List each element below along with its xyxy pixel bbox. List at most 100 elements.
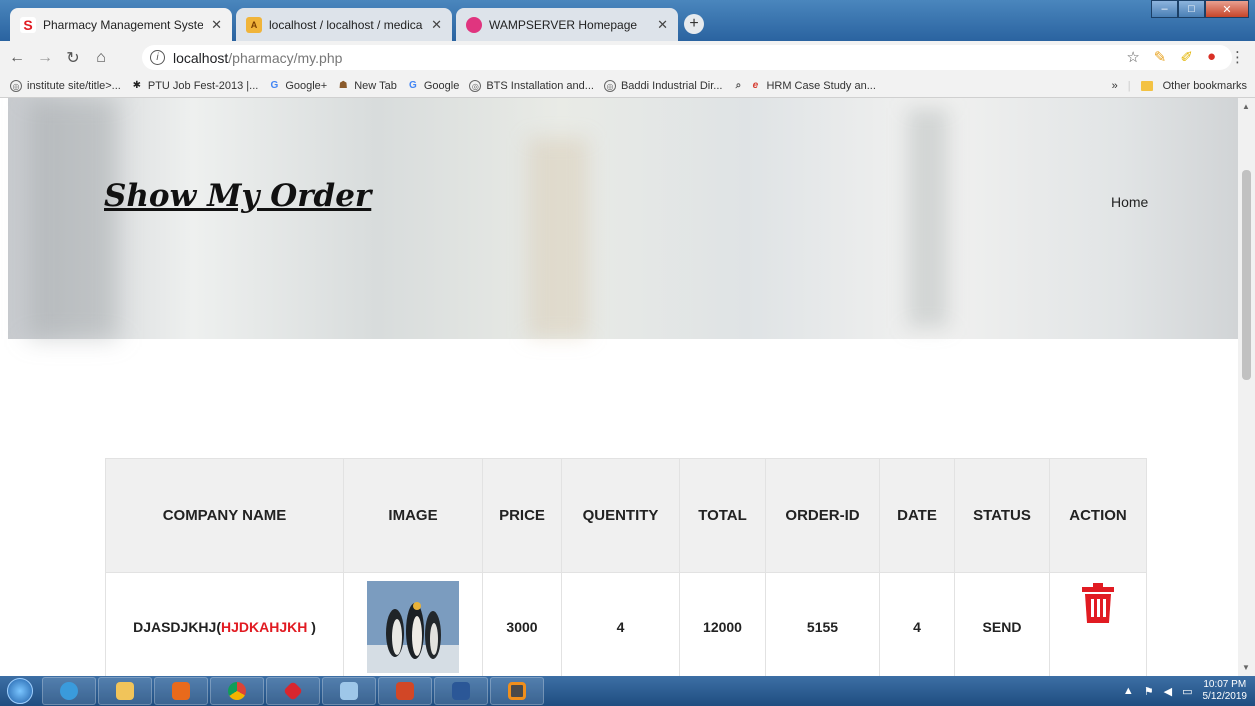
column-header: QUENTITY [561,458,680,573]
tab-title: localhost / localhost / medical / | [269,17,424,32]
tab-title: Pharmacy Management System [43,17,204,32]
bookmark-label: PTU Job Fest-2013 |... [147,79,259,92]
date-cell: 4 [879,572,955,676]
network-icon[interactable]: ▭ [1182,685,1192,698]
system-tray: ▲ ⚑ ◀ ▭ 10:07 PM 5/12/2019 [1123,676,1255,706]
company-name: DJASDJKHJ( [133,618,221,635]
price-cell: 3000 [482,572,562,676]
taskbar-chrome[interactable] [210,677,264,705]
action-cell [1049,572,1147,676]
bookmark-item[interactable]: ✱ PTU Job Fest-2013 |... [131,79,259,92]
window-close-button[interactable]: ✕ [1205,0,1249,18]
folder-icon [1140,80,1153,91]
column-header: DATE [879,458,955,573]
page-scrollbar[interactable]: ▲ ▼ [1238,98,1255,676]
start-button[interactable] [0,676,40,706]
bookmark-item[interactable]: G Google [407,80,459,92]
image-cell [343,572,483,676]
diamond-app-icon [283,681,303,701]
taskbar-ie[interactable] [42,677,96,705]
divider: | [1127,79,1131,92]
new-tab-button[interactable]: + [684,14,704,34]
status-cell: SEND [954,572,1050,676]
bookmark-item[interactable]: G Google+ [268,80,327,92]
other-bookmarks-button[interactable]: Other bookmarks [1163,80,1247,92]
bookmark-label: New Tab [354,79,397,92]
bookmark-item[interactable]: ◎ institute site/title>... [10,79,121,92]
phpmyadmin-icon: A [246,16,262,33]
minimize-button[interactable]: – [1151,0,1178,18]
close-icon[interactable]: ✕ [431,17,442,33]
windows-logo-icon [7,678,33,704]
clock-time: 10:07 PM [1203,679,1247,690]
column-header: COMPANY NAME [105,458,344,573]
taskbar-word[interactable] [434,677,488,705]
taskbar-app-red[interactable] [266,677,320,705]
column-header: STATUS [954,458,1050,573]
company-suffix: ) [307,618,316,635]
powerpoint-icon [396,682,414,700]
clock-date: 5/12/2019 [1202,691,1248,702]
taskbar-media[interactable] [154,677,208,705]
bookmarks-overflow-button[interactable]: » [1112,80,1118,92]
google-icon: G [270,79,279,91]
reload-icon[interactable]: ↻ [62,48,84,68]
bookmark-item[interactable]: ☗ New Tab [337,80,397,92]
extension-icon[interactable]: ✐ [1180,48,1193,66]
extension-icon[interactable]: ✎ [1154,48,1167,66]
window-controls: – □ ✕ [1151,0,1249,18]
page-title: Show My Order [104,178,372,214]
tab-pharmacy[interactable]: S Pharmacy Management System ✕ [10,8,232,41]
tab-phpmyadmin[interactable]: A localhost / localhost / medical / | ✕ [236,8,452,41]
delete-trash-icon[interactable] [1080,583,1116,626]
url-host: localhost [173,49,229,66]
flag-icon[interactable]: ⚑ [1144,685,1154,698]
globe-icon: ◎ [603,79,616,92]
hero-background [908,108,948,328]
profile-avatar-icon[interactable]: ● [1207,48,1216,66]
wamp-icon [466,16,482,33]
close-icon[interactable]: ✕ [211,17,222,33]
bookmarks-bar: ◎ institute site/title>... ✱ PTU Job Fest-… [0,74,1255,98]
scroll-up-icon[interactable]: ▲ [1242,102,1250,111]
google-icon: G [408,79,417,91]
volume-icon[interactable]: ◀ [1164,685,1172,698]
tray-arrow-icon[interactable]: ▲ [1123,685,1134,697]
page-viewport: Show My Order Home COMPANY NAME IMAGE PR… [0,98,1255,676]
folder-icon [116,682,134,700]
menu-dots-icon[interactable]: ⋮ [1230,48,1245,66]
bookmark-star-icon[interactable]: ☆ [1126,48,1139,66]
orders-table: COMPANY NAME IMAGE PRICE QUENTITY TOTAL … [105,458,1147,676]
internet-explorer-icon [60,682,78,700]
bookmark-item[interactable]: ◎ BTS Installation and... [469,79,594,92]
column-header: IMAGE [343,458,483,573]
browser-toolbar: ← → ↻ ⌂ i localhost/pharmacy/my.php ☆ ✎ … [0,41,1255,74]
home-icon[interactable]: ⌂ [90,49,112,67]
new-tab-icon: ☗ [338,79,348,91]
scroll-down-icon[interactable]: ▼ [1242,663,1250,672]
clock[interactable]: 10:07 PM 5/12/2019 [1203,679,1248,703]
taskbar-explorer[interactable] [98,677,152,705]
tab-title: WAMPSERVER Homepage [489,17,638,32]
search-icon: ⌕ [735,79,742,91]
site-info-icon[interactable]: i [150,50,165,65]
back-arrow-icon[interactable]: ← [6,49,28,67]
nav-home-link[interactable]: Home [1111,194,1148,210]
taskbar-notes[interactable] [322,677,376,705]
close-icon[interactable]: ✕ [657,17,668,33]
scrollbar-thumb[interactable] [1242,170,1251,380]
maximize-button[interactable]: □ [1178,0,1205,18]
tab-wampserver[interactable]: WAMPSERVER Homepage ✕ [456,8,678,41]
ptu-icon: ✱ [132,79,142,91]
penguins-image [367,580,459,673]
bookmark-item[interactable]: ⌕ e HRM Case Study an... [732,79,876,92]
total-cell: 12000 [679,572,766,676]
bookmarks-right: » | Other bookmarks [1112,80,1247,92]
bookmark-item[interactable]: ◎ Baddi Industrial Dir... [603,79,722,92]
address-bar[interactable]: i localhost/pharmacy/my.php [142,45,1232,70]
forward-arrow-icon[interactable]: → [34,49,56,67]
taskbar-sublime[interactable] [490,677,544,705]
product-image [367,580,459,673]
taskbar-powerpoint[interactable] [378,677,432,705]
bookmark-label: BTS Installation and... [486,79,594,92]
